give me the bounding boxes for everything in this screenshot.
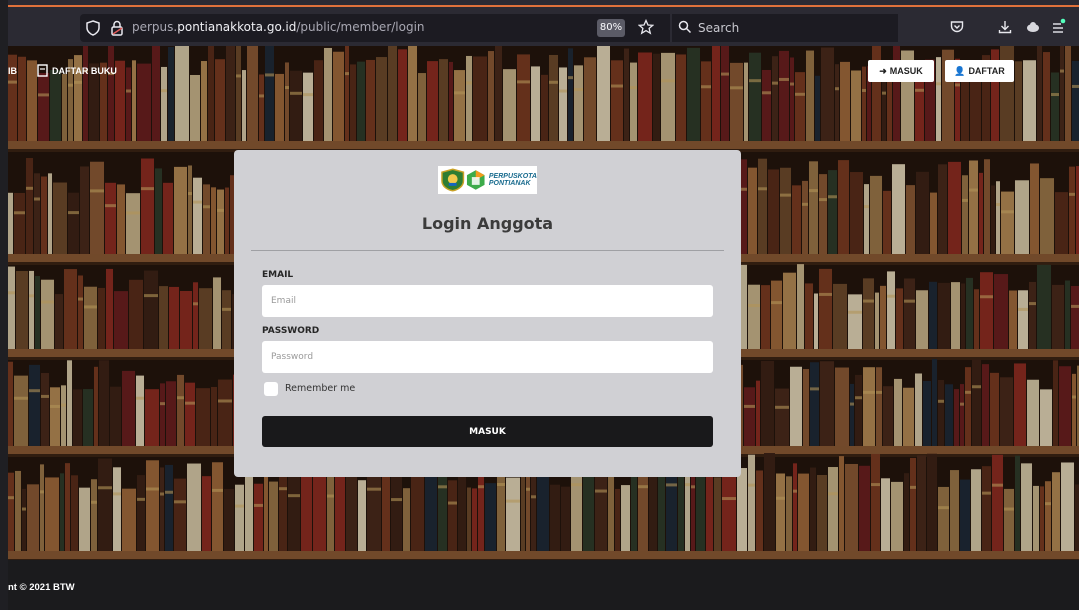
remember-me-checkbox[interactable]: [264, 382, 278, 396]
nav-daftar-buku[interactable]: DAFTAR BUKU: [52, 66, 117, 76]
menu-icon[interactable]: [1050, 18, 1066, 34]
browser-accent-line: [0, 5, 1079, 7]
email-label: EMAIL: [262, 270, 294, 280]
login-page: IB DAFTAR BUKU ➜ MASUK 👤 DAFTAR PERPUSKO…: [8, 46, 1079, 560]
book-icon[interactable]: [37, 64, 48, 77]
page-title: Login Anggota: [421, 214, 554, 233]
shield-icon[interactable]: [86, 20, 100, 36]
address-bar[interactable]: perpus.pontianakkota.go.id/public/member…: [80, 14, 898, 42]
url-host: pontianakkota.go.id: [177, 20, 297, 34]
masuk-nav-label: MASUK: [889, 66, 923, 76]
url-text[interactable]: perpus.pontianakkota.go.id/public/member…: [132, 20, 425, 34]
search-icon: [678, 20, 692, 34]
user-plus-icon: 👤: [954, 65, 966, 76]
url-path: /public/member/login: [296, 20, 425, 34]
login-card: PERPUSKOTA PONTIANAK Login Anggota EMAIL…: [234, 150, 741, 477]
email-input[interactable]: [262, 285, 713, 317]
daftar-nav-button[interactable]: 👤 DAFTAR: [945, 60, 1014, 82]
zoom-level-badge[interactable]: 80%: [597, 19, 625, 37]
footer-copyright: nt © 2021 BTW: [8, 582, 75, 593]
divider: [251, 250, 724, 251]
sign-in-icon: ➜: [879, 65, 887, 76]
window-edge: [0, 0, 8, 610]
search-placeholder: Search: [698, 21, 740, 35]
lock-warning-icon[interactable]: [110, 20, 124, 36]
logo-line2: PONTIANAK: [488, 180, 531, 187]
logo-line1: PERPUSKOTA: [488, 173, 537, 180]
remember-me-label[interactable]: Remember me: [285, 383, 355, 394]
perpuskota-logo: PERPUSKOTA PONTIANAK: [438, 166, 537, 194]
star-icon[interactable]: [638, 19, 654, 35]
pocket-icon[interactable]: [950, 20, 964, 34]
search-box[interactable]: Search: [670, 14, 898, 42]
password-label: PASSWORD: [262, 326, 320, 336]
url-prefix: perpus.: [132, 20, 178, 34]
city-seal-icon: [441, 168, 465, 192]
password-input[interactable]: [262, 341, 713, 373]
masuk-nav-button[interactable]: ➜ MASUK: [868, 60, 934, 82]
daftar-nav-label: DAFTAR: [968, 66, 1005, 76]
extension-icon[interactable]: [1026, 20, 1040, 34]
library-leaf-icon: [467, 170, 485, 190]
logo-wordmark: PERPUSKOTA PONTIANAK: [489, 173, 537, 187]
masuk-submit-button[interactable]: MASUK: [262, 416, 713, 447]
download-icon[interactable]: [998, 20, 1012, 34]
nav-item-partial[interactable]: IB: [8, 66, 17, 76]
